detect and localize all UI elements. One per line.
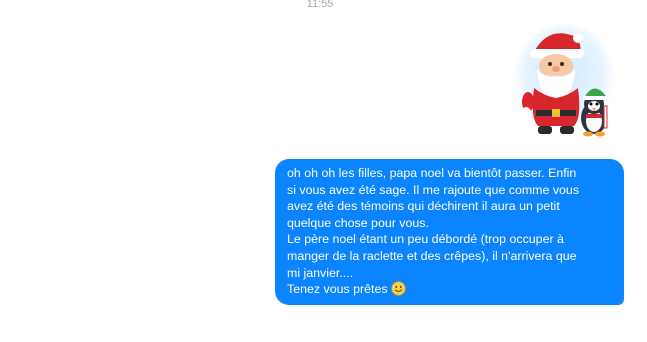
santa-claus-sticker[interactable] xyxy=(508,22,620,140)
santa-claus-with-elf-penguin-icon xyxy=(512,24,616,137)
message-line: Le père noel étant un peu débordé (trop … xyxy=(287,232,564,247)
message-line: manger de la raclette et des crêpes), il… xyxy=(287,248,577,263)
slightly-smiling-face-icon xyxy=(390,281,406,296)
message-last-line: Tenez vous prêtes xyxy=(287,281,614,298)
message-bubble[interactable]: oh oh oh les filles, papa noel va bientô… xyxy=(275,159,624,305)
message-line: quelque chose pour vous. xyxy=(287,215,429,230)
message-line: mi janvier.... xyxy=(287,265,354,280)
message-line: Tenez vous prêtes xyxy=(287,282,388,297)
messenger-conversation: 11:55 oh oh oh les filles, papa noel va … xyxy=(0,0,647,342)
message-line: avez été des témoins qui déchirent il au… xyxy=(287,199,560,214)
message-line: si vous avez été sage. Il me rajoute que… xyxy=(287,182,580,197)
message-line: oh oh oh les filles, papa noel va bientô… xyxy=(287,166,577,180)
message-timestamp: 11:55 xyxy=(306,0,334,10)
